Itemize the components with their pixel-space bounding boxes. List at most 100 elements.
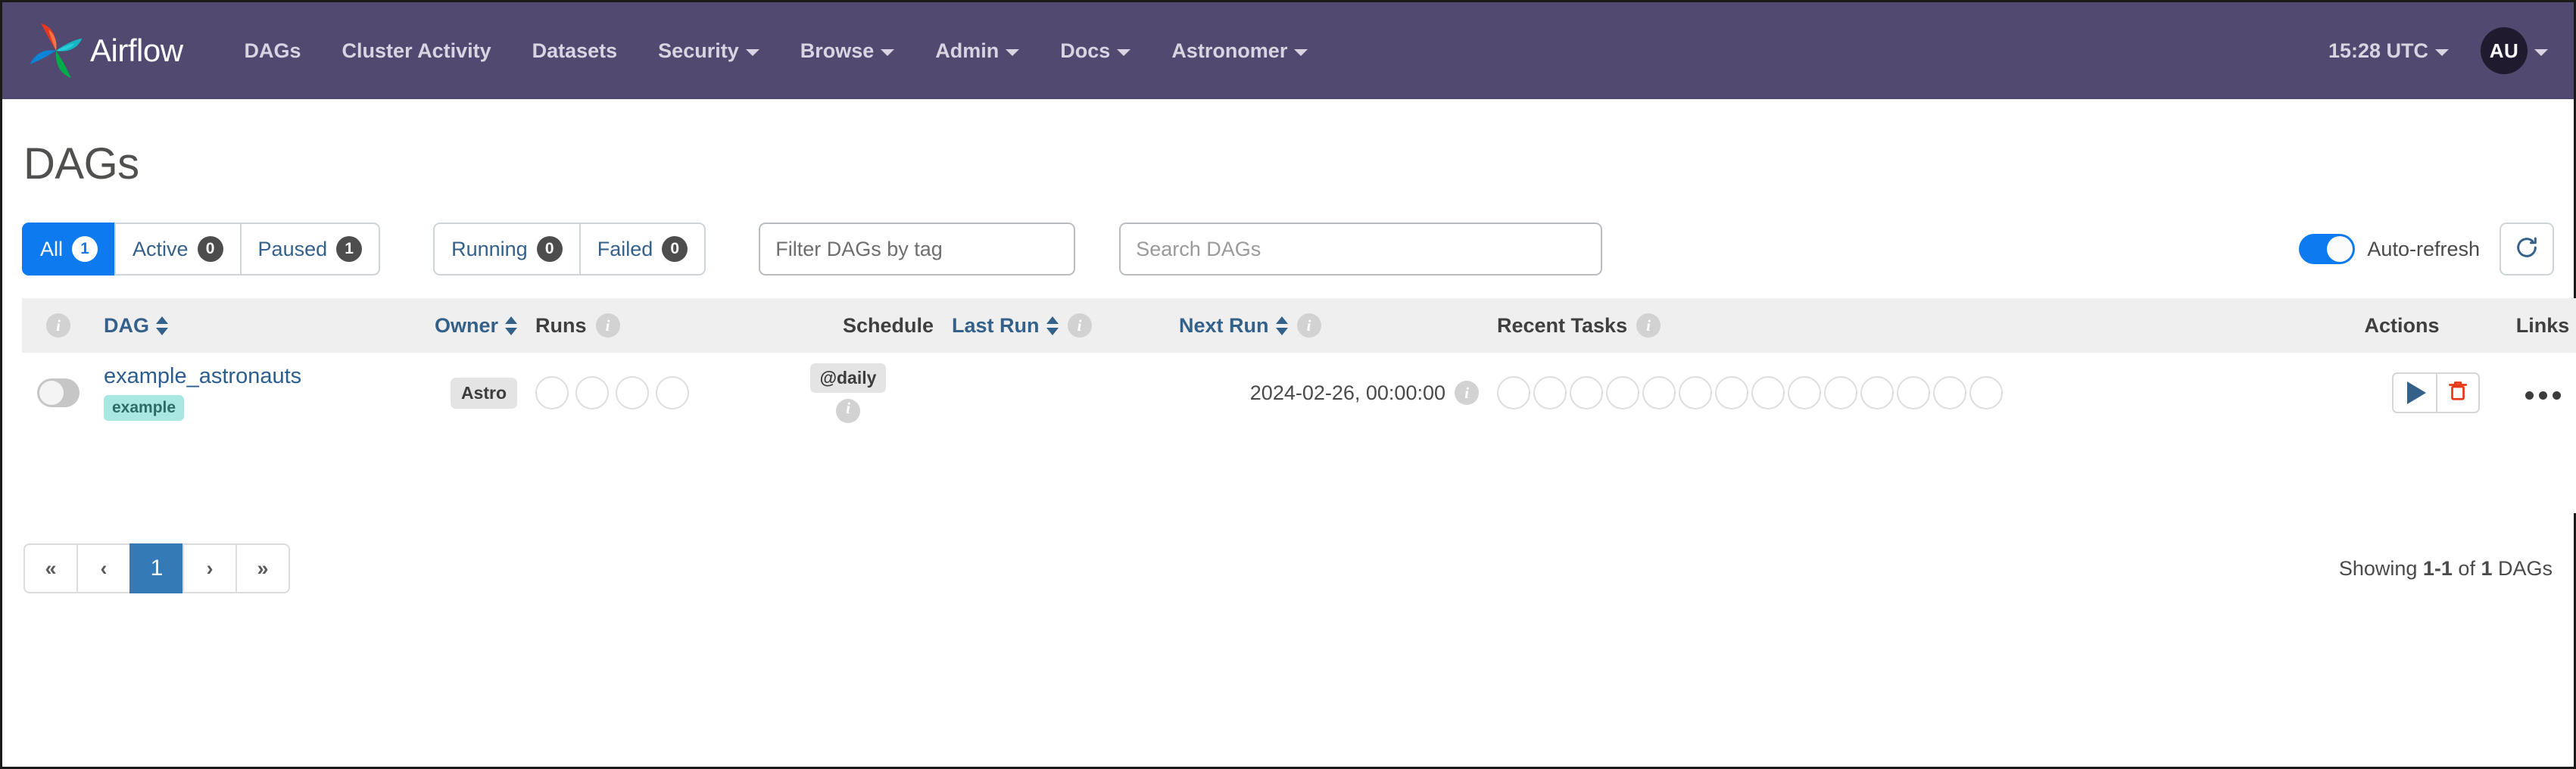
nav-item-cluster-activity[interactable]: Cluster Activity (322, 41, 512, 61)
auto-refresh-toggle[interactable] (2299, 234, 2355, 264)
showing-count-label: Showing 1-1 of 1 DAGs (2339, 557, 2553, 581)
cell-next-run: 2024-02-26, 00:00:00 i (1170, 353, 1488, 433)
cell-pause-toggle (22, 353, 95, 433)
filter-pill-all[interactable]: All 1 (22, 223, 116, 276)
trigger-dag-button[interactable] (2392, 372, 2436, 413)
nav-item-astronomer[interactable]: Astronomer (1151, 41, 1328, 61)
header-recent-tasks-label: Recent Tasks (1497, 314, 1627, 338)
info-icon[interactable]: i (1455, 381, 1479, 405)
showing-total: 1 (2481, 557, 2492, 580)
showing-suffix: DAGs (2492, 557, 2553, 580)
filter-toolbar: All 1 Active 0 Paused 1 Running 0 Failed… (22, 223, 2554, 276)
task-status-circle[interactable] (1642, 376, 1676, 409)
task-status-circle[interactable] (1679, 376, 1712, 409)
ellipsis-icon (2553, 391, 2561, 400)
cell-schedule: @daily i (753, 353, 943, 433)
sort-arrows-icon[interactable] (1046, 316, 1059, 335)
nav-item-label: Docs (1060, 41, 1110, 61)
pause-dag-toggle[interactable] (37, 378, 80, 407)
cell-owner: Astro (345, 353, 526, 433)
task-status-circle[interactable] (1933, 376, 1966, 409)
next-page-button[interactable]: › (182, 543, 237, 593)
header-runs: Runs i (526, 298, 753, 353)
filter-pill-running[interactable]: Running 0 (433, 223, 581, 276)
refresh-icon (2514, 235, 2540, 264)
filter-pill-failed[interactable]: Failed 0 (579, 223, 706, 276)
nav-item-dags[interactable]: DAGs (224, 41, 322, 61)
filter-pill-label: Running (451, 238, 528, 261)
toggle-knob (39, 381, 64, 405)
avatar[interactable]: AU (2481, 27, 2528, 74)
task-status-circle[interactable] (1860, 376, 1894, 409)
run-status-circle[interactable] (656, 376, 689, 409)
sort-arrows-icon[interactable] (505, 316, 517, 335)
nav-item-label: Admin (935, 41, 999, 61)
sort-arrows-icon[interactable] (156, 316, 168, 335)
task-status-circle[interactable] (1715, 376, 1748, 409)
run-status-circle[interactable] (575, 376, 609, 409)
info-icon[interactable]: i (46, 313, 70, 338)
previous-page-button[interactable]: ‹ (76, 543, 131, 593)
info-icon[interactable]: i (596, 313, 620, 338)
nav-item-label: Datasets (532, 41, 618, 61)
dag-link[interactable]: example_astronauts (104, 365, 335, 388)
top-navigation-bar: Airflow DAGs Cluster Activity Datasets S… (2, 2, 2574, 99)
header-info: i (22, 298, 95, 353)
nav-item-browse[interactable]: Browse (780, 41, 915, 61)
navbar-right-group: 15:28 UTC AU (2328, 27, 2548, 74)
table-filler-row (22, 433, 2576, 513)
task-status-circle[interactable] (1897, 376, 1930, 409)
info-icon[interactable]: i (1636, 313, 1661, 338)
task-status-circle[interactable] (1533, 376, 1567, 409)
nav-item-label: Cluster Activity (342, 41, 491, 61)
info-icon[interactable]: i (836, 399, 860, 423)
sort-next-run-link[interactable]: Next Run (1179, 314, 1269, 338)
sort-arrows-icon[interactable] (1276, 316, 1288, 335)
info-icon[interactable]: i (1068, 313, 1092, 338)
task-status-circle[interactable] (1969, 376, 2003, 409)
dag-tag-badge[interactable]: example (104, 395, 184, 421)
page-1-button[interactable]: 1 (129, 543, 184, 593)
ellipsis-icon (2525, 391, 2534, 400)
nav-item-label: Security (658, 41, 739, 61)
nav-item-docs[interactable]: Docs (1040, 41, 1151, 61)
sort-dag-link[interactable]: DAG (104, 314, 149, 338)
next-run-timestamp: 2024-02-26, 00:00:00 (1250, 381, 1445, 405)
first-page-button[interactable]: « (23, 543, 78, 593)
links-menu-button[interactable] (2525, 391, 2561, 400)
sort-owner-link[interactable]: Owner (435, 314, 498, 338)
nav-item-admin[interactable]: Admin (915, 41, 1040, 61)
utc-clock-label: 15:28 UTC (2328, 39, 2428, 63)
user-menu[interactable]: AU (2481, 27, 2548, 74)
filter-pill-count: 0 (537, 236, 563, 262)
task-status-circle[interactable] (1497, 376, 1530, 409)
filter-pill-paused[interactable]: Paused 1 (240, 223, 381, 276)
filter-pill-active[interactable]: Active 0 (114, 223, 242, 276)
chevron-down-icon (2435, 49, 2449, 56)
showing-prefix: Showing (2339, 557, 2423, 580)
nav-item-datasets[interactable]: Datasets (512, 41, 638, 61)
run-status-circle[interactable] (535, 376, 569, 409)
task-status-circle[interactable] (1824, 376, 1857, 409)
header-links: Links (2489, 298, 2576, 353)
utc-clock[interactable]: 15:28 UTC (2328, 39, 2449, 63)
refresh-button[interactable] (2500, 223, 2554, 276)
tag-filter-input[interactable] (759, 223, 1075, 276)
nav-item-security[interactable]: Security (638, 41, 780, 61)
sort-last-run-link[interactable]: Last Run (952, 314, 1040, 338)
header-actions: Actions (2315, 298, 2489, 353)
airflow-home-link[interactable]: Airflow (25, 20, 183, 82)
search-dags-input[interactable] (1119, 223, 1602, 276)
delete-dag-button[interactable] (2436, 372, 2480, 413)
info-icon[interactable]: i (1297, 313, 1321, 338)
task-status-circle[interactable] (1788, 376, 1821, 409)
header-runs-label: Runs (535, 314, 587, 338)
showing-middle: of (2453, 557, 2481, 580)
filter-pill-label: All (40, 238, 63, 261)
task-status-circle[interactable] (1606, 376, 1639, 409)
task-status-circle[interactable] (1570, 376, 1603, 409)
dags-table-container: i DAG Owner (22, 298, 2554, 513)
last-page-button[interactable]: » (235, 543, 290, 593)
run-status-circle[interactable] (616, 376, 649, 409)
task-status-circle[interactable] (1751, 376, 1785, 409)
